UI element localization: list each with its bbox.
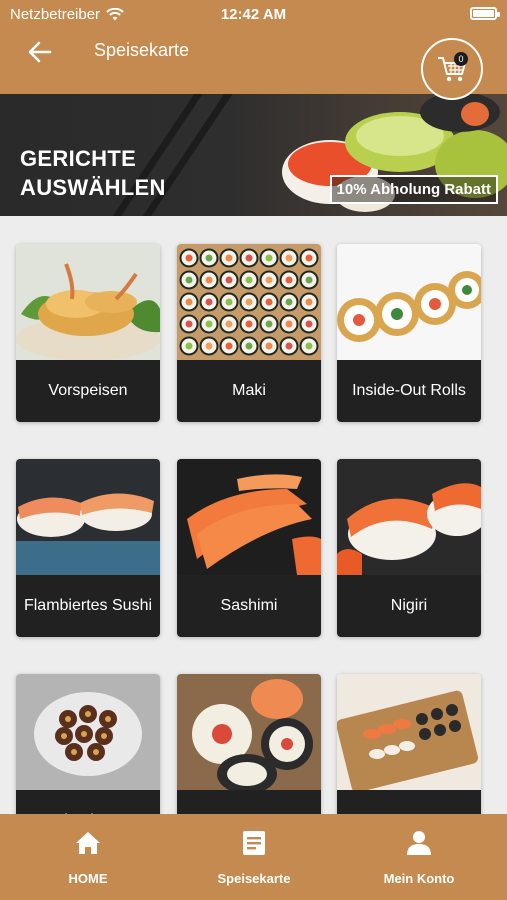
cart-count-badge: 0 (454, 52, 468, 66)
nav-account-label: Mein Konto (383, 871, 455, 886)
hero-banner: GERICHTE AUSWÄHLEN 10% Abholung Rabatt (0, 94, 507, 216)
category-card-inside-out-rolls[interactable]: Inside-Out Rolls (337, 244, 481, 422)
category-card-nigiri[interactable]: Nigiri (337, 459, 481, 637)
nav-menu-label: Speisekarte (217, 871, 291, 886)
menu-list-icon (243, 831, 265, 855)
flambe-sushi-image (16, 459, 160, 575)
category-label: Flambiertes Sushi (16, 575, 160, 637)
nav-home[interactable]: HOME (8, 814, 168, 900)
category-card-vorspeisen[interactable]: Vorspeisen (16, 244, 160, 422)
category-label (177, 790, 321, 814)
back-arrow-icon[interactable] (26, 38, 54, 66)
category-card-maki[interactable]: Maki (177, 244, 321, 422)
category-card-special-rolls[interactable] (177, 674, 321, 814)
maki-image (177, 244, 321, 360)
tempura-image (16, 244, 160, 360)
category-grid: Vorspeisen Maki Inside-Out Rolls Flambie… (0, 216, 507, 814)
page-title: Speisekarte (94, 40, 190, 60)
cart-button[interactable]: 0 (421, 38, 483, 100)
nav-menu[interactable]: Speisekarte (174, 814, 334, 900)
banner-headline-line2: AUSWÄHLEN (20, 175, 166, 200)
sushi-platter-image (337, 674, 481, 790)
sashimi-image (177, 459, 321, 575)
category-card-gebackenes[interactable]: Gebackenes (16, 674, 160, 814)
nigiri-image (337, 459, 481, 575)
category-label: Nigiri (337, 575, 481, 637)
baked-sushi-image (16, 674, 160, 790)
category-card-sashimi[interactable]: Sashimi (177, 459, 321, 637)
category-label: Gebackenes (16, 790, 160, 814)
battery-icon (470, 7, 500, 20)
inside-out-rolls-image (337, 244, 481, 360)
special-rolls-image (177, 674, 321, 790)
home-icon (76, 832, 100, 854)
promo-badge: 10% Abholung Rabatt (329, 175, 498, 204)
nav-account[interactable]: Mein Konto (339, 814, 499, 900)
category-label: Sashimi (177, 575, 321, 637)
category-card-sushi-platter[interactable] (337, 674, 481, 814)
status-bar: Netzbetreiber 12:42 AM (0, 0, 507, 28)
bottom-navigation: HOME Speisekarte Mein Konto (0, 814, 507, 900)
banner-headline: GERICHTE AUSWÄHLEN (20, 144, 166, 202)
nav-home-label: HOME (68, 871, 108, 886)
category-label (337, 790, 481, 814)
status-time: 12:42 AM (220, 6, 287, 23)
category-label: Vorspeisen (16, 360, 160, 422)
banner-headline-line1: GERICHTE (20, 146, 137, 171)
category-card-flambiertes-sushi[interactable]: Flambiertes Sushi (16, 459, 160, 637)
category-label: Inside-Out Rolls (337, 360, 481, 422)
user-icon (407, 831, 431, 855)
category-label: Maki (177, 360, 321, 422)
